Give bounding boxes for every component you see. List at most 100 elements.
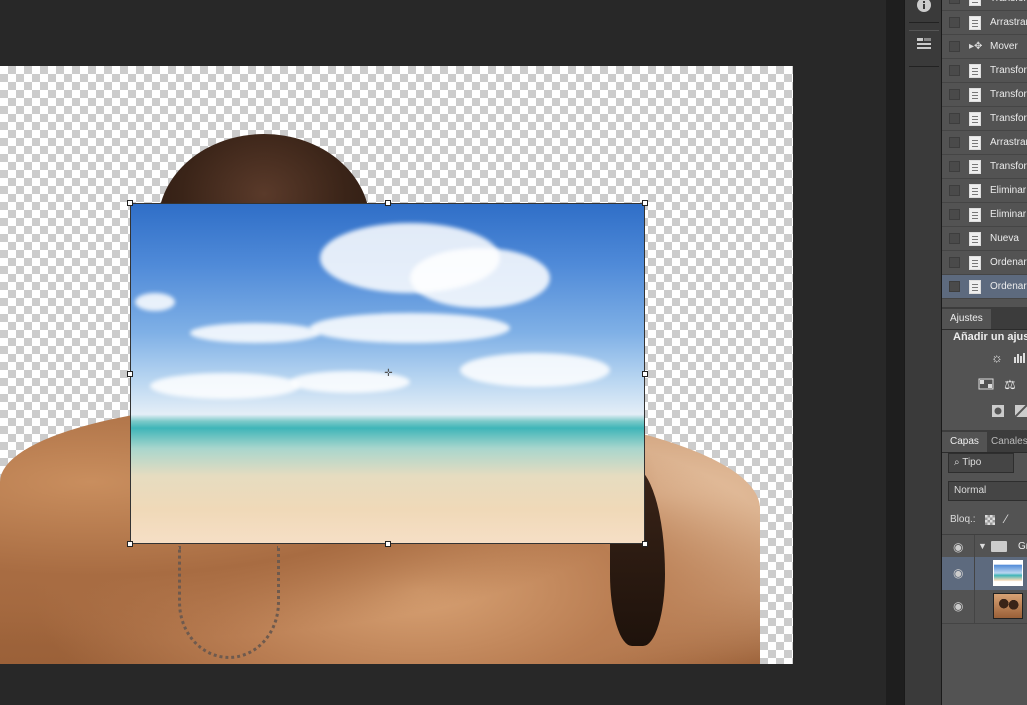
history-item[interactable]: Transformar <box>942 59 1027 83</box>
brush-icon[interactable]: ⁄ <box>1005 512 1007 526</box>
brightness-contrast-icon[interactable]: ☼ <box>989 350 1005 366</box>
history-snapshot-checkbox[interactable] <box>949 233 960 244</box>
history-item[interactable]: Arrastrar <box>942 131 1027 155</box>
panel-divider <box>886 0 904 705</box>
necklace-image <box>178 546 280 659</box>
history-item-label: Eliminar <box>990 209 1027 220</box>
history-item-label: Arrastrar <box>990 17 1027 28</box>
transform-handle-top-left[interactable] <box>127 200 133 206</box>
couple-thumbnail <box>993 593 1023 619</box>
history-item-label: Transformar <box>990 113 1027 124</box>
history-item[interactable]: Arrastrar <box>942 11 1027 35</box>
history-snapshot-checkbox[interactable] <box>949 17 960 28</box>
history-item[interactable]: ▸✥ Mover <box>942 35 1027 59</box>
transform-handle-bottom-left[interactable] <box>127 541 133 547</box>
eye-icon[interactable]: ◉ <box>953 599 963 613</box>
history-item-label: Ordenar <box>990 257 1027 268</box>
history-item-label: Nueva <box>990 233 1019 244</box>
blend-mode-select[interactable]: Normal <box>948 481 1027 501</box>
transform-handle-top-right[interactable] <box>642 200 648 206</box>
photo-filter-icon[interactable] <box>990 404 1006 420</box>
history-item[interactable]: Ordenar <box>942 251 1027 275</box>
chevron-down-icon[interactable]: ▼ <box>978 541 987 551</box>
document-icon <box>969 87 981 102</box>
document-icon <box>969 159 981 174</box>
layer-group-name: Grupo 1 <box>1018 541 1027 552</box>
history-item-label: Arrastrar <box>990 137 1027 148</box>
history-panel: Transformar Arrastrar ▸✥ Mover Transformar Tr… <box>942 0 1027 299</box>
document-icon <box>969 207 981 222</box>
history-item[interactable]: Transformar <box>942 83 1027 107</box>
collapsed-panel-strip <box>904 0 942 705</box>
transform-handle-bottom-right[interactable] <box>642 541 648 547</box>
layer-row-beach[interactable]: ◉ <box>942 557 1027 591</box>
folder-icon <box>991 541 1007 552</box>
eye-icon[interactable]: ◉ <box>953 566 963 580</box>
history-item[interactable]: Eliminar <box>942 179 1027 203</box>
gradient-map-icon[interactable] <box>1013 404 1027 420</box>
eye-icon[interactable]: ◉ <box>953 540 963 554</box>
document-icon <box>969 0 981 6</box>
adjustments-tab-bar: Ajustes <box>942 307 1027 330</box>
tab-adjustments[interactable]: Ajustes <box>942 309 991 329</box>
history-snapshot-checkbox[interactable] <box>949 161 960 172</box>
layers-tab-bar: Capas Canales <box>942 430 1027 453</box>
history-item[interactable]: Transformar <box>942 0 1027 11</box>
history-item[interactable]: Ordenar <box>942 275 1027 299</box>
history-snapshot-checkbox[interactable] <box>949 209 960 220</box>
document-icon <box>969 183 981 198</box>
history-snapshot-checkbox[interactable] <box>949 185 960 196</box>
info-icon[interactable] <box>913 0 935 19</box>
layer-filter-field[interactable]: ⌕ Tipo <box>948 453 1014 473</box>
transform-handle-bottom-middle[interactable] <box>385 541 391 547</box>
document-icon <box>969 255 981 270</box>
history-snapshot-checkbox[interactable] <box>949 89 960 100</box>
history-snapshot-checkbox[interactable] <box>949 257 960 268</box>
document-canvas[interactable]: ✛ <box>0 66 793 664</box>
history-item-label: Transformar <box>990 161 1027 172</box>
history-item-label: Ordenar <box>990 281 1027 292</box>
history-item[interactable]: Transformar <box>942 155 1027 179</box>
lock-label: Bloq.: <box>950 514 976 525</box>
tab-channels[interactable]: Canales <box>983 432 1027 452</box>
levels-icon[interactable] <box>1012 350 1027 366</box>
document-icon <box>969 279 981 294</box>
history-item-label: Transformar <box>990 65 1027 76</box>
canvas-workspace[interactable]: ✛ <box>0 0 886 705</box>
history-item-label: Eliminar <box>990 185 1027 196</box>
adjustments-title: Añadir un ajuste <box>953 331 1027 343</box>
transform-center-point[interactable]: ✛ <box>384 369 393 379</box>
history-snapshot-checkbox[interactable] <box>949 281 960 292</box>
history-snapshot-checkbox[interactable] <box>949 0 960 4</box>
history-snapshot-checkbox[interactable] <box>949 41 960 52</box>
tab-layers[interactable]: Capas <box>942 432 987 452</box>
document-icon <box>969 63 981 78</box>
properties-icon[interactable] <box>913 36 935 58</box>
beach-thumbnail <box>993 560 1023 586</box>
transform-handle-middle-left[interactable] <box>127 371 133 377</box>
document-icon <box>969 135 981 150</box>
blend-mode-value: Normal <box>954 485 987 496</box>
document-icon <box>969 111 981 126</box>
layer-filter-label: Tipo <box>962 457 982 468</box>
color-balance-icon[interactable]: ⚖ <box>1002 377 1018 393</box>
history-item[interactable]: Nueva <box>942 227 1027 251</box>
document-icon <box>969 15 981 30</box>
lock-transparency-icon[interactable] <box>985 515 995 525</box>
history-snapshot-checkbox[interactable] <box>949 137 960 148</box>
right-panel-column: Transformar Arrastrar ▸✥ Mover Transformar Tr… <box>942 0 1027 705</box>
history-item-label: Transformar <box>990 0 1027 4</box>
transform-handle-top-middle[interactable] <box>385 200 391 206</box>
history-snapshot-checkbox[interactable] <box>949 113 960 124</box>
search-icon: ⌕ <box>954 457 960 468</box>
history-snapshot-checkbox[interactable] <box>949 65 960 76</box>
transform-handle-middle-right[interactable] <box>642 371 648 377</box>
document-icon <box>969 231 981 246</box>
history-item-label: Mover <box>990 41 1018 52</box>
move-icon: ▸✥ <box>969 41 983 52</box>
history-item[interactable]: Transformar <box>942 107 1027 131</box>
layer-row-couple[interactable]: ◉ <box>942 590 1027 624</box>
hue-saturation-icon[interactable] <box>978 377 994 393</box>
history-item-label: Transformar <box>990 89 1027 100</box>
history-item[interactable]: Eliminar <box>942 203 1027 227</box>
